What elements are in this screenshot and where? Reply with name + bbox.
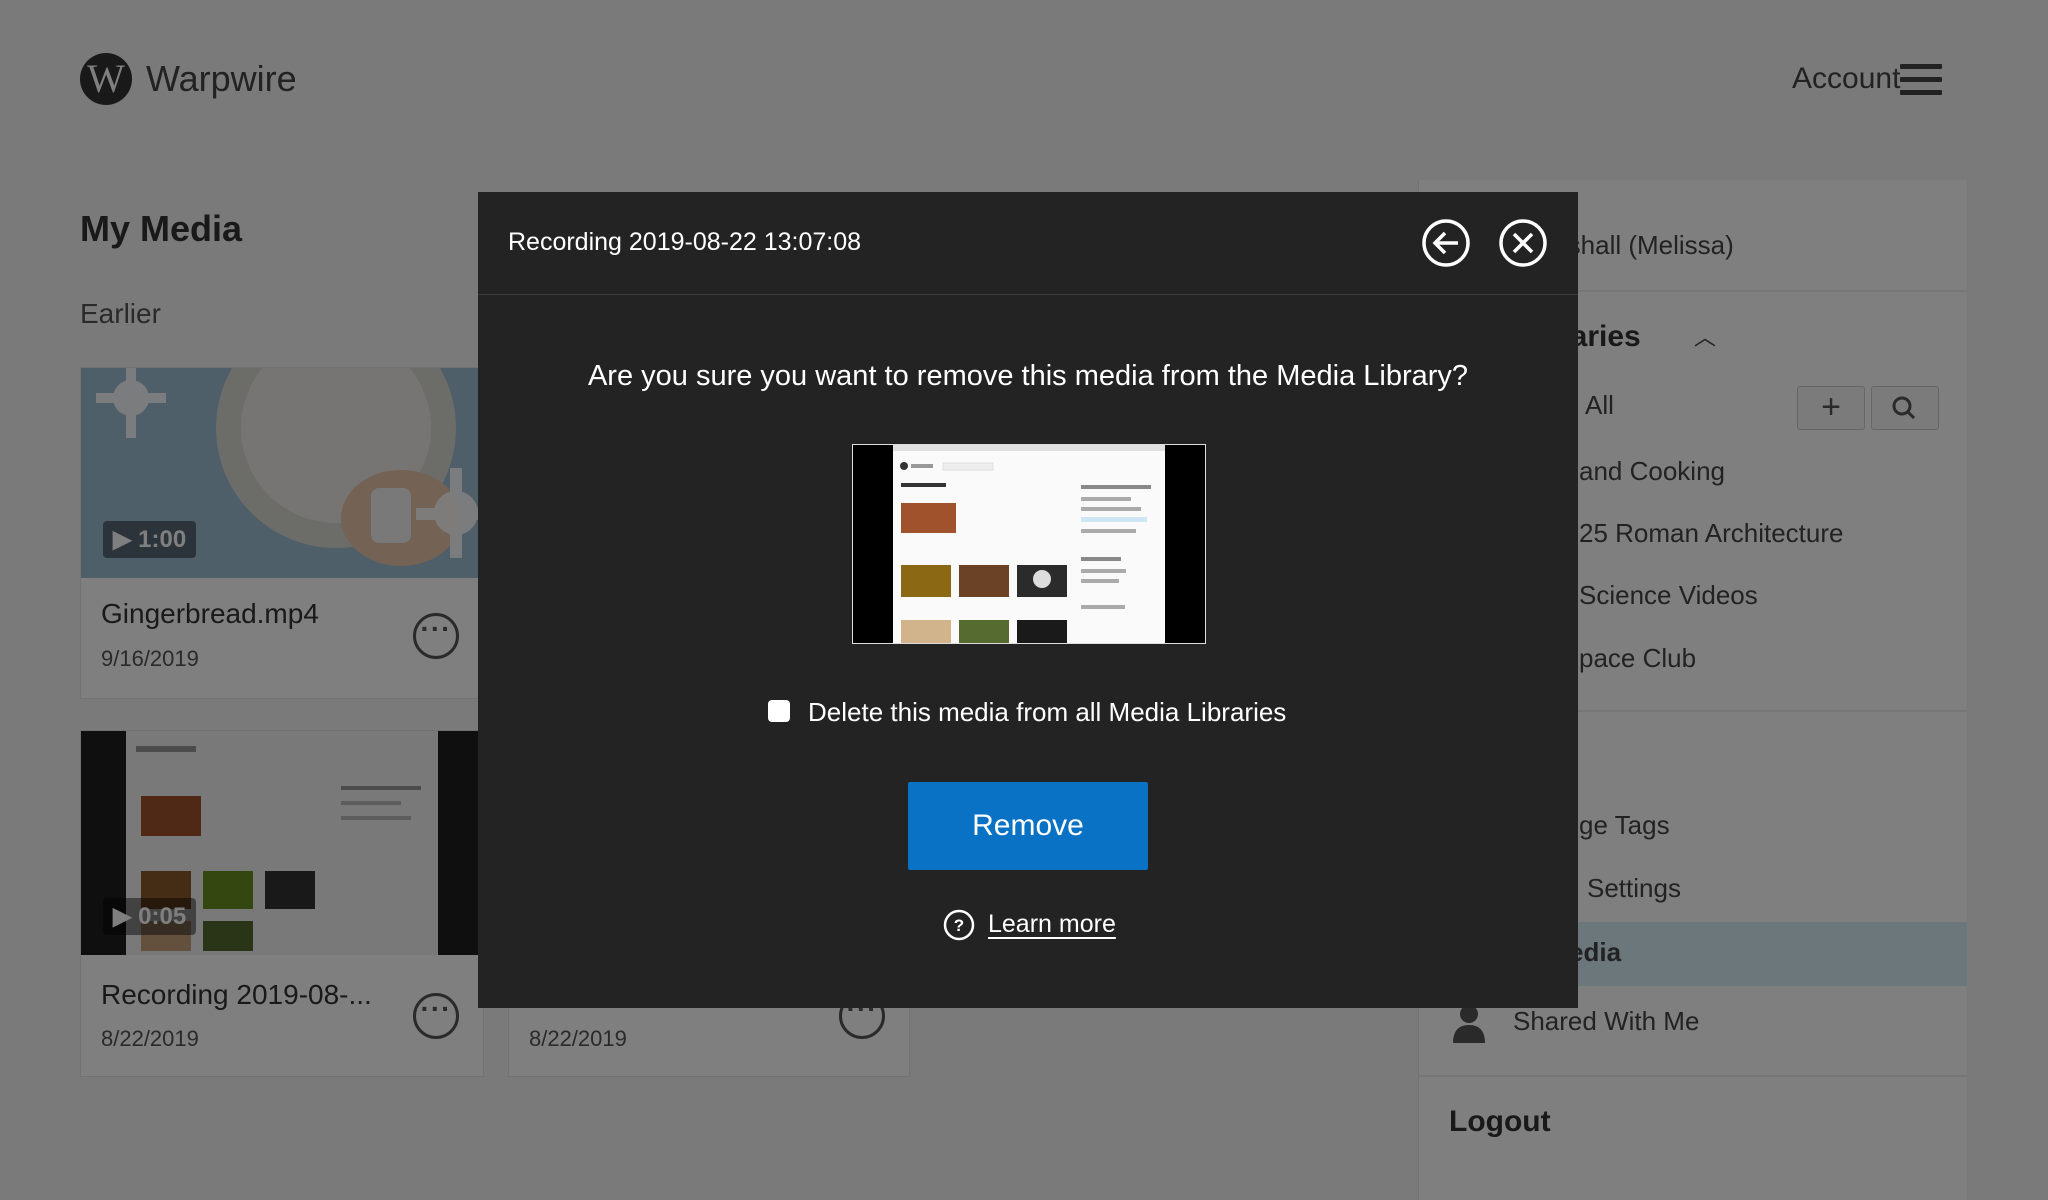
remove-media-dialog: Recording 2019-08-22 13:07:08 Are you su… xyxy=(478,192,1578,1008)
modal-header: Recording 2019-08-22 13:07:08 xyxy=(478,192,1578,295)
help-icon: ? xyxy=(943,909,975,941)
back-arrow-icon[interactable] xyxy=(1421,218,1471,268)
close-icon[interactable] xyxy=(1498,218,1548,268)
svg-text:?: ? xyxy=(954,916,964,935)
remove-button[interactable]: Remove xyxy=(908,782,1148,870)
learn-more-text[interactable]: Learn more xyxy=(988,910,1116,939)
delete-all-label[interactable]: Delete this media from all Media Librari… xyxy=(808,697,1286,728)
delete-all-checkbox[interactable] xyxy=(768,700,790,722)
confirm-question: Are you sure you want to remove this med… xyxy=(587,360,1469,392)
modal-title: Recording 2019-08-22 13:07:08 xyxy=(508,228,862,256)
media-preview-thumbnail xyxy=(852,444,1206,644)
recording-preview-image xyxy=(853,445,1205,643)
